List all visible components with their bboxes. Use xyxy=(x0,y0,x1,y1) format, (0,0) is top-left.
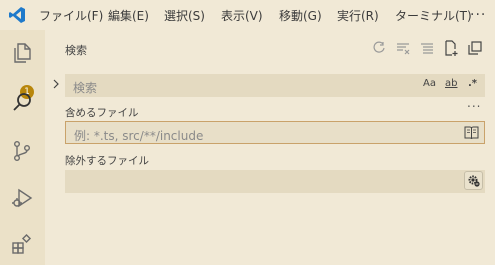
menu-more-button[interactable]: ... xyxy=(470,3,486,19)
exclude-label: 除外するファイル xyxy=(65,155,149,167)
run-debug-icon[interactable] xyxy=(7,183,37,213)
exclude-settings-toggle[interactable] xyxy=(464,171,483,190)
menu-go[interactable]: 移動(G) xyxy=(279,7,322,24)
include-label: 含めるファイル xyxy=(65,107,139,119)
extensions-icon[interactable] xyxy=(7,230,37,260)
clear-results-icon[interactable] xyxy=(394,39,412,57)
new-search-editor-icon[interactable] xyxy=(442,39,460,57)
files-icon[interactable] xyxy=(7,38,37,68)
menu-edit[interactable]: 編集(E) xyxy=(108,7,149,24)
exclude-input[interactable] xyxy=(65,170,485,193)
more-actions-button[interactable]: ... xyxy=(467,96,481,110)
search-placeholder: 検索 xyxy=(73,81,98,95)
source-control-icon[interactable] xyxy=(7,136,37,166)
menu-run[interactable]: 実行(R) xyxy=(337,7,379,24)
search-sidebar: 検索 検索 Aa ab .* 含めるファイル ... 例: *.ts, src/… xyxy=(45,30,495,265)
menu-view[interactable]: 表示(V) xyxy=(221,7,263,24)
menu-bar: ファイル(F) 編集(E) 選択(S) 表示(V) 移動(G) 実行(R) ター… xyxy=(0,0,495,30)
menu-selection[interactable]: 選択(S) xyxy=(164,7,205,24)
menu-file[interactable]: ファイル(F) xyxy=(39,7,103,24)
collapse-all-icon[interactable] xyxy=(418,39,436,57)
search-input[interactable]: 検索 Aa ab .* xyxy=(65,74,485,97)
sidebar-title: 検索 xyxy=(65,44,87,57)
regex-toggle[interactable]: .* xyxy=(468,78,477,89)
vscode-logo-icon xyxy=(9,7,25,23)
gear-icon xyxy=(468,175,480,187)
book-icon[interactable] xyxy=(464,126,479,139)
whole-word-toggle[interactable]: ab xyxy=(445,78,457,89)
activity-bar: 1 xyxy=(0,30,45,265)
view-as-tree-icon[interactable] xyxy=(466,39,484,57)
include-placeholder: 例: *.ts, src/**/include xyxy=(74,129,204,143)
refresh-icon[interactable] xyxy=(370,39,388,57)
menu-terminal[interactable]: ターミナル(T) xyxy=(395,7,472,24)
search-icon[interactable] xyxy=(7,87,37,117)
include-input[interactable]: 例: *.ts, src/**/include xyxy=(65,121,485,144)
match-case-toggle[interactable]: Aa xyxy=(423,78,436,89)
chevron-right-icon[interactable] xyxy=(51,78,61,90)
